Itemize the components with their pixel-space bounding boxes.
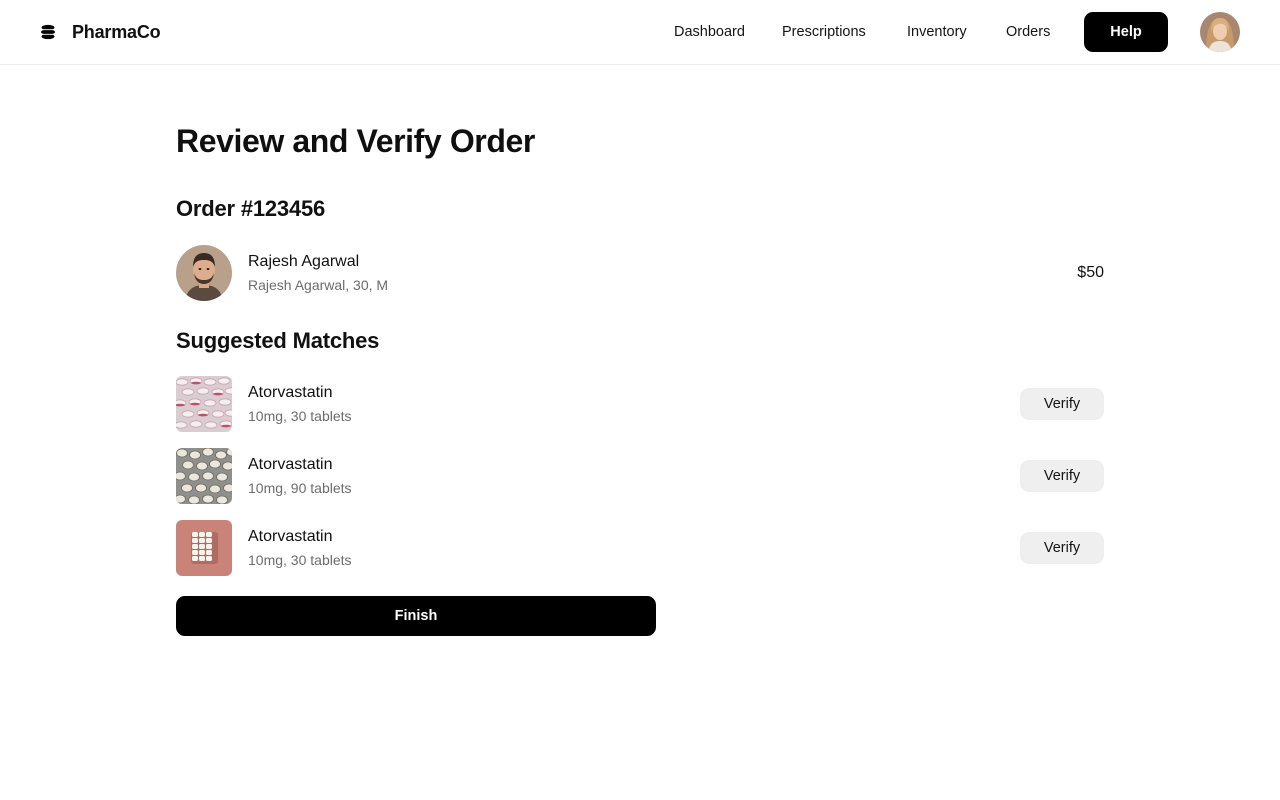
match-item: Atorvastatin 10mg, 30 tablets Verify <box>176 520 1104 576</box>
medication-detail: 10mg, 30 tablets <box>248 408 352 424</box>
verify-button[interactable]: Verify <box>1020 460 1104 492</box>
brand-name: PharmaCo <box>72 21 161 42</box>
nav-inventory[interactable]: Inventory <box>907 12 967 52</box>
stacked-layers-icon <box>40 24 56 40</box>
customer-name: Rajesh Agarwal <box>248 253 360 270</box>
pill-image <box>176 520 232 576</box>
pill-image <box>176 448 232 504</box>
customer-row: Rajesh Agarwal Rajesh Agarwal, 30, M $50 <box>176 245 1104 301</box>
verify-button[interactable]: Verify <box>1020 388 1104 420</box>
order-title: Order #123456 <box>176 196 326 221</box>
customer-details: Rajesh Agarwal, 30, M <box>248 277 389 293</box>
customer-avatar <box>176 245 232 301</box>
nav-dashboard[interactable]: Dashboard <box>674 12 745 52</box>
finish-button[interactable]: Finish <box>176 596 656 636</box>
help-button[interactable]: Help <box>1084 12 1168 52</box>
top-bar: PharmaCo Dashboard Prescriptions Invento… <box>0 0 1280 65</box>
nav-orders[interactable]: Orders <box>1006 12 1050 52</box>
medication-detail: 10mg, 30 tablets <box>248 552 352 568</box>
suggested-matches-title: Suggested Matches <box>176 328 380 353</box>
medication-detail: 10mg, 90 tablets <box>248 480 352 496</box>
match-item: Atorvastatin 10mg, 90 tablets Verify <box>176 448 1104 504</box>
medication-name: Atorvastatin <box>248 456 333 473</box>
nav-prescriptions[interactable]: Prescriptions <box>782 12 866 52</box>
order-price: $50 <box>1077 264 1104 281</box>
verify-button[interactable]: Verify <box>1020 532 1104 564</box>
user-avatar[interactable] <box>1200 12 1240 52</box>
brand[interactable]: PharmaCo <box>40 18 161 46</box>
medication-name: Atorvastatin <box>248 528 333 545</box>
match-item: Atorvastatin 10mg, 30 tablets Verify <box>176 376 1104 432</box>
medication-name: Atorvastatin <box>248 384 333 401</box>
pill-image <box>176 376 232 432</box>
page-title: Review and Verify Order <box>176 123 535 159</box>
